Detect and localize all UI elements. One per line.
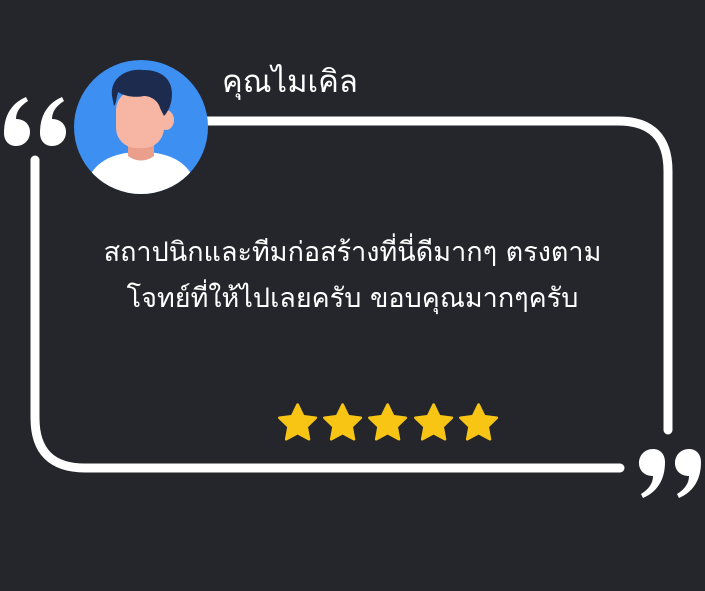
avatar-icon	[74, 60, 208, 194]
review-text: สถาปนิกและทีมก่อสร้างที่นี่ดีมากๆ ตรงตาม…	[40, 230, 665, 322]
star-rating	[276, 401, 500, 447]
star-icon	[323, 403, 363, 441]
review-line-2: โจทย์ที่ให้ไปเลยครับ ขอบคุณมากๆครับ	[126, 283, 579, 314]
close-quote-icon	[639, 449, 701, 498]
star-icon	[458, 403, 498, 441]
star-icon	[413, 403, 453, 441]
review-line-1: สถาปนิกและทีมก่อสร้างที่นี่ดีมากๆ ตรงตาม	[103, 237, 602, 268]
star-icon	[368, 403, 408, 441]
star-icon	[278, 403, 318, 441]
open-quote-icon	[4, 97, 66, 146]
reviewer-name: คุณไมเคิล	[222, 64, 358, 100]
